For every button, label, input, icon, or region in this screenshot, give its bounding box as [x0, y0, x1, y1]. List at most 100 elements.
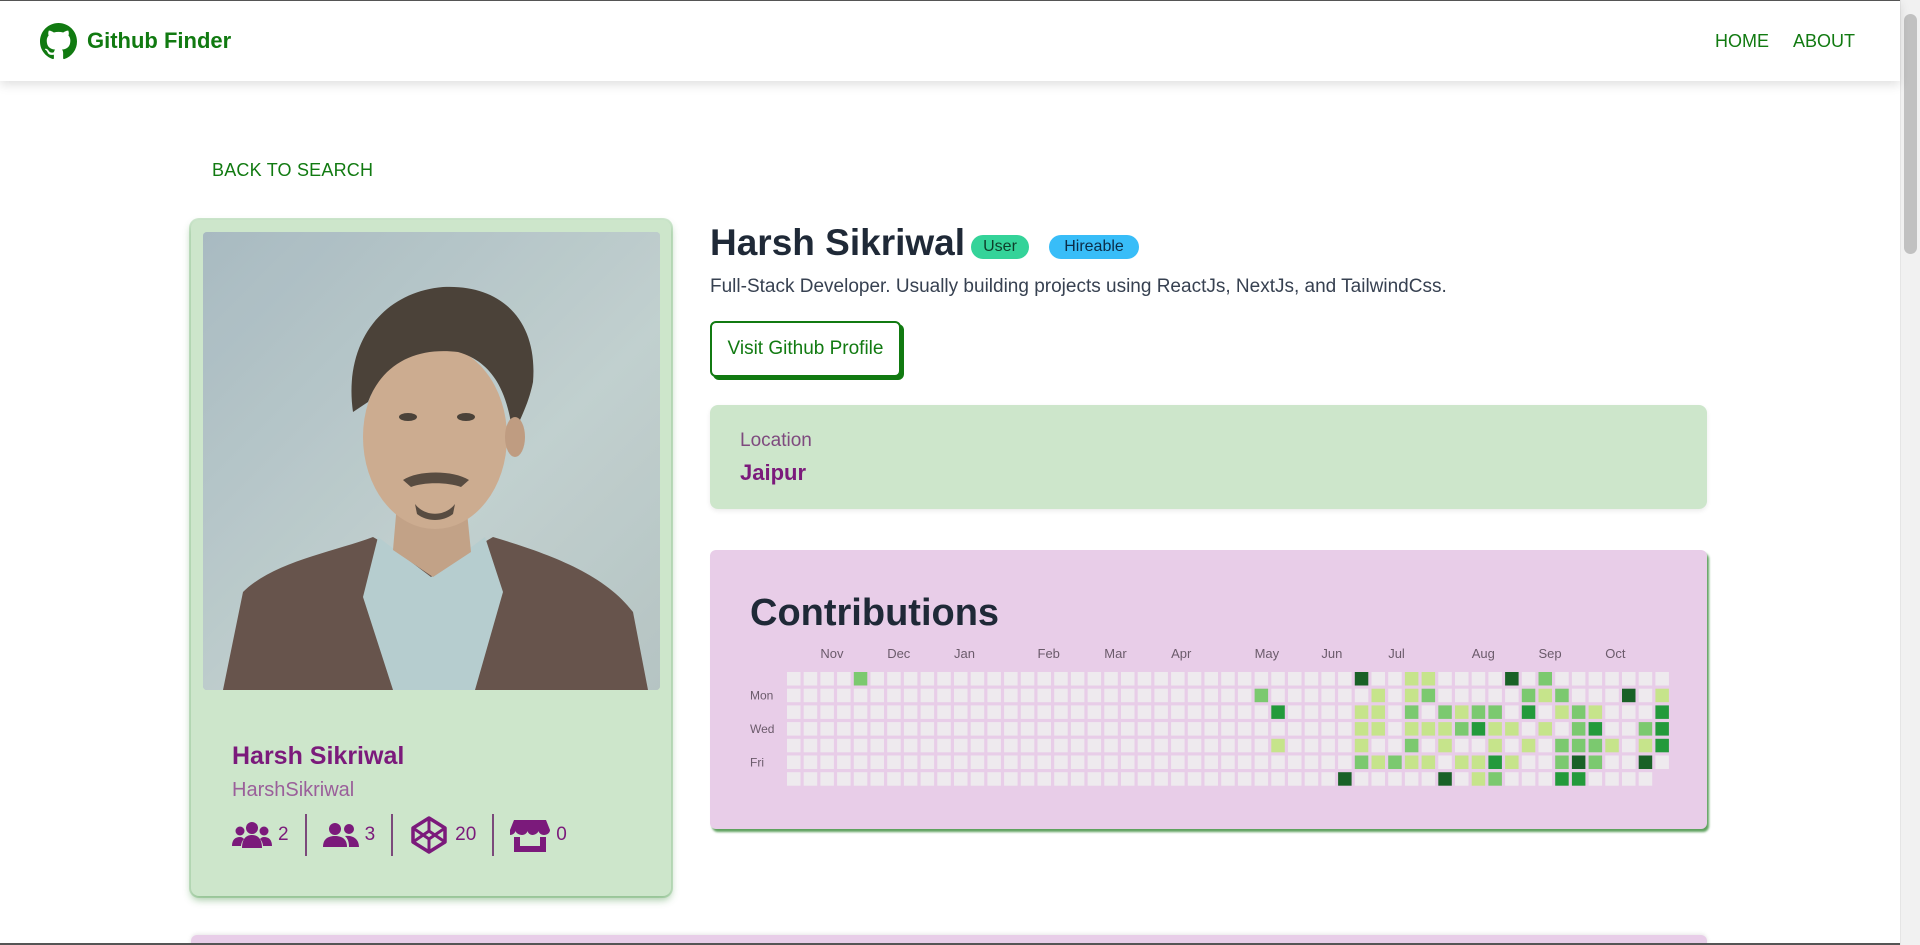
contribution-day [1538, 738, 1552, 753]
contribution-day [903, 772, 918, 786]
contribution-day [837, 672, 851, 686]
day-label: Mon [750, 689, 773, 703]
contribution-day [1638, 672, 1653, 686]
visit-github-profile-button[interactable]: Visit Github Profile [710, 321, 901, 377]
contribution-day [937, 755, 951, 769]
contribution-day [887, 705, 901, 719]
back-to-search-link[interactable]: BACK TO SEARCH [212, 160, 373, 181]
contribution-day [1538, 672, 1552, 686]
contribution-day [1655, 738, 1669, 753]
month-label: May [1255, 646, 1280, 661]
contribution-day [1204, 672, 1218, 686]
nav-links: HOME ABOUT [1715, 31, 1855, 52]
contribution-day [954, 772, 968, 786]
contribution-day [1304, 772, 1319, 786]
nav-home-link[interactable]: HOME [1715, 31, 1769, 52]
contribution-day [1388, 672, 1402, 686]
contribution-day [903, 672, 918, 686]
contribution-day [887, 722, 901, 736]
day-label: Wed [750, 722, 774, 736]
contribution-day [1588, 738, 1603, 753]
contribution-day [1655, 755, 1669, 769]
contribution-day [1288, 705, 1302, 719]
contributions-card: Contributions Nov Dec Jan Feb Mar Apr May Jun Ju… [710, 550, 1707, 829]
contribution-day [1104, 672, 1118, 686]
brand[interactable]: Github Finder [40, 22, 232, 60]
contribution-day [1254, 722, 1269, 736]
contribution-day [1187, 672, 1202, 686]
contribution-day [1137, 672, 1152, 686]
contribution-day [1471, 672, 1486, 686]
contribution-day [1304, 722, 1319, 736]
contribution-day [987, 738, 1001, 753]
contribution-calendar: Nov Dec Jan Feb Mar Apr May Jun Jul Aug Sep Oct Mon W… [750, 646, 1669, 786]
contribution-day [1538, 755, 1552, 769]
contribution-day [1505, 722, 1519, 736]
nav-about-link[interactable]: ABOUT [1793, 31, 1855, 52]
contribution-day [1020, 755, 1035, 769]
contribution-day [1488, 688, 1502, 703]
contribution-day [954, 722, 968, 736]
contribution-day [1237, 755, 1252, 769]
contribution-day [837, 722, 851, 736]
contribution-day [820, 672, 834, 686]
contribution-day [970, 772, 985, 786]
contribution-day [1254, 705, 1269, 719]
contribution-day [1187, 738, 1202, 753]
contribution-day [1171, 672, 1185, 686]
contribution-day [954, 688, 968, 703]
contribution-day [920, 755, 935, 769]
location-card: Location Jaipur [710, 405, 1707, 509]
month-label: Jul [1388, 646, 1405, 661]
contribution-day [870, 738, 884, 753]
contribution-day [1054, 688, 1068, 703]
contribution-day [870, 722, 884, 736]
contribution-day [1638, 772, 1653, 786]
contribution-day [987, 755, 1001, 769]
contribution-day [1521, 738, 1536, 753]
contribution-day [1521, 688, 1536, 703]
contribution-day [1404, 705, 1419, 719]
contribution-day [1004, 755, 1018, 769]
scrollbar[interactable] [1900, 0, 1920, 945]
contribution-day [1488, 672, 1502, 686]
contribution-day [1321, 772, 1335, 786]
contribution-day [1488, 738, 1502, 753]
hireable-badge: Hireable [1049, 235, 1139, 259]
contribution-day [820, 755, 834, 769]
scrollbar-thumb[interactable] [1904, 14, 1917, 254]
contribution-day [1455, 772, 1469, 786]
contribution-day [1004, 722, 1018, 736]
contribution-day [1505, 738, 1519, 753]
contribution-day [1087, 722, 1102, 736]
contribution-day [1388, 688, 1402, 703]
contribution-day [1338, 722, 1352, 736]
contribution-day [1321, 672, 1335, 686]
contribution-day [1388, 722, 1402, 736]
contribution-day [1087, 705, 1102, 719]
contribution-day [920, 688, 935, 703]
contribution-day [920, 672, 935, 686]
contribution-day [1588, 772, 1603, 786]
brand-title: Github Finder [87, 28, 232, 53]
profile-name: Harsh Sikriwal [232, 742, 405, 770]
contribution-day [1070, 772, 1085, 786]
contribution-day [920, 772, 935, 786]
contribution-day [1438, 738, 1452, 753]
month-label: Sep [1539, 646, 1562, 661]
contribution-day [1254, 672, 1269, 686]
contribution-day [887, 688, 901, 703]
contribution-day [837, 705, 851, 719]
contribution-day [1004, 672, 1018, 686]
contribution-day [1171, 705, 1185, 719]
contribution-day [1421, 722, 1436, 736]
contribution-day [1087, 688, 1102, 703]
contribution-day [1605, 722, 1619, 736]
contribution-day [954, 755, 968, 769]
contribution-day [1288, 755, 1302, 769]
contribution-day [903, 688, 918, 703]
contribution-day [1070, 722, 1085, 736]
contribution-day [903, 738, 918, 753]
contribution-day [820, 688, 834, 703]
contribution-day [1004, 738, 1018, 753]
